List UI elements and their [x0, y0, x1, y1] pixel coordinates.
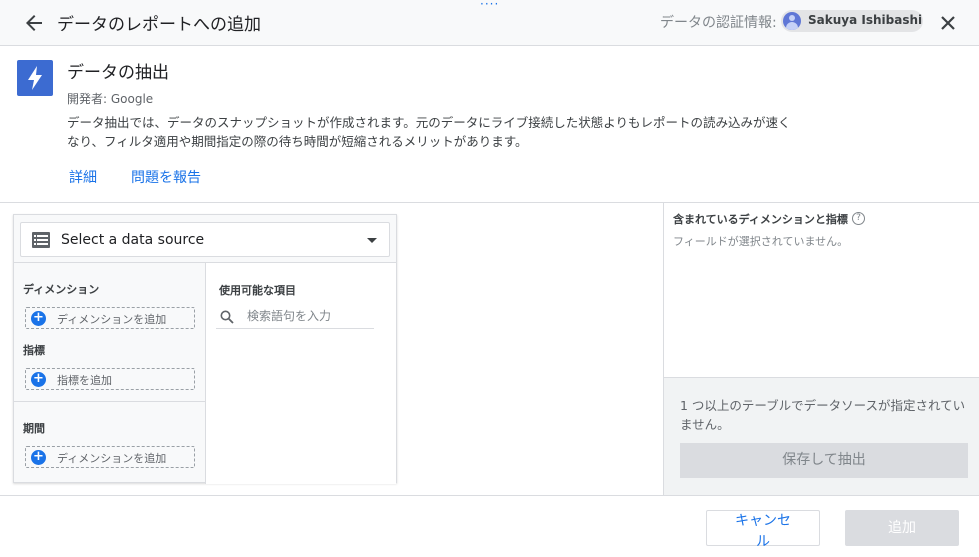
details-link[interactable]: 詳細	[69, 167, 97, 187]
period-label: 期間	[23, 422, 45, 435]
connector-description: データ抽出では、データのスナップショットが作成されます。元のデータにライブ接続し…	[67, 115, 791, 149]
available-fields-label: 使用可能な項目	[219, 284, 296, 297]
close-button[interactable]	[938, 13, 958, 33]
divider	[14, 401, 206, 402]
included-fields-panel: 含まれているディメンションと指標 ? フィールドが選択されていません。 1 つ以…	[663, 203, 979, 495]
account-name: Sakuya Ishibashi	[808, 13, 923, 27]
data-source-label: Select a data source	[61, 232, 205, 248]
available-fields-column: 使用可能な項目	[206, 262, 396, 484]
arrow-left-icon	[26, 15, 42, 31]
table-icon	[32, 232, 50, 248]
avatar-icon	[783, 12, 801, 30]
extract-editor: Select a data source ディメンション + ディメンションを追…	[13, 214, 397, 484]
credentials-label: データの認証情報:	[660, 15, 777, 31]
dialog-header: ···· データのレポートへの追加 データの認証情報: Sakuya Ishib…	[0, 0, 979, 46]
add-dimension-label: ディメンションを追加	[57, 313, 167, 326]
no-fields-text: フィールドが選択されていません。	[673, 235, 849, 248]
field-search-input[interactable]	[216, 303, 374, 329]
plus-circle-icon: +	[31, 311, 46, 326]
add-dimension-button[interactable]: + ディメンションを追加	[25, 307, 195, 329]
connector-title: データの抽出	[67, 63, 169, 83]
add-button[interactable]: 追加	[845, 510, 959, 546]
lightning-bolt-icon	[28, 66, 42, 90]
metrics-label: 指標	[23, 344, 45, 357]
cancel-button[interactable]: キャンセル	[706, 510, 820, 550]
notice-text: 1 つ以上のテーブルでデータソースが指定されていません。	[680, 398, 966, 432]
selected-fields-column: ディメンション + ディメンションを追加 指標 + 指標を追加 期間 + ディメ…	[14, 262, 206, 484]
add-metric-label: 指標を追加	[57, 374, 112, 387]
connector-icon-tile	[17, 60, 53, 96]
included-fields-title: 含まれているディメンションと指標	[673, 213, 848, 226]
report-issue-link[interactable]: 問題を報告	[131, 167, 201, 187]
close-icon	[941, 16, 955, 30]
add-metric-button[interactable]: + 指標を追加	[25, 368, 195, 390]
notice-box: 1 つ以上のテーブルでデータソースが指定されていません。 保存して抽出	[664, 377, 979, 495]
help-icon[interactable]: ?	[852, 212, 865, 225]
connector-developer: 開発者: Google	[67, 92, 154, 106]
data-source-select[interactable]: Select a data source	[20, 222, 390, 257]
save-and-extract-button[interactable]: 保存して抽出	[680, 443, 968, 478]
add-period-dimension-label: ディメンションを追加	[57, 452, 167, 465]
add-period-dimension-button[interactable]: + ディメンションを追加	[25, 446, 195, 468]
account-chip[interactable]: Sakuya Ishibashi	[781, 10, 923, 32]
dialog-title: データのレポートへの追加	[57, 15, 261, 35]
dimensions-label: ディメンション	[23, 283, 100, 296]
chevron-down-icon	[367, 238, 377, 243]
back-button[interactable]	[22, 11, 46, 35]
plus-circle-icon: +	[31, 450, 46, 465]
divider	[0, 495, 979, 496]
drag-handle-icon[interactable]: ····	[480, 0, 499, 10]
plus-circle-icon: +	[31, 372, 46, 387]
